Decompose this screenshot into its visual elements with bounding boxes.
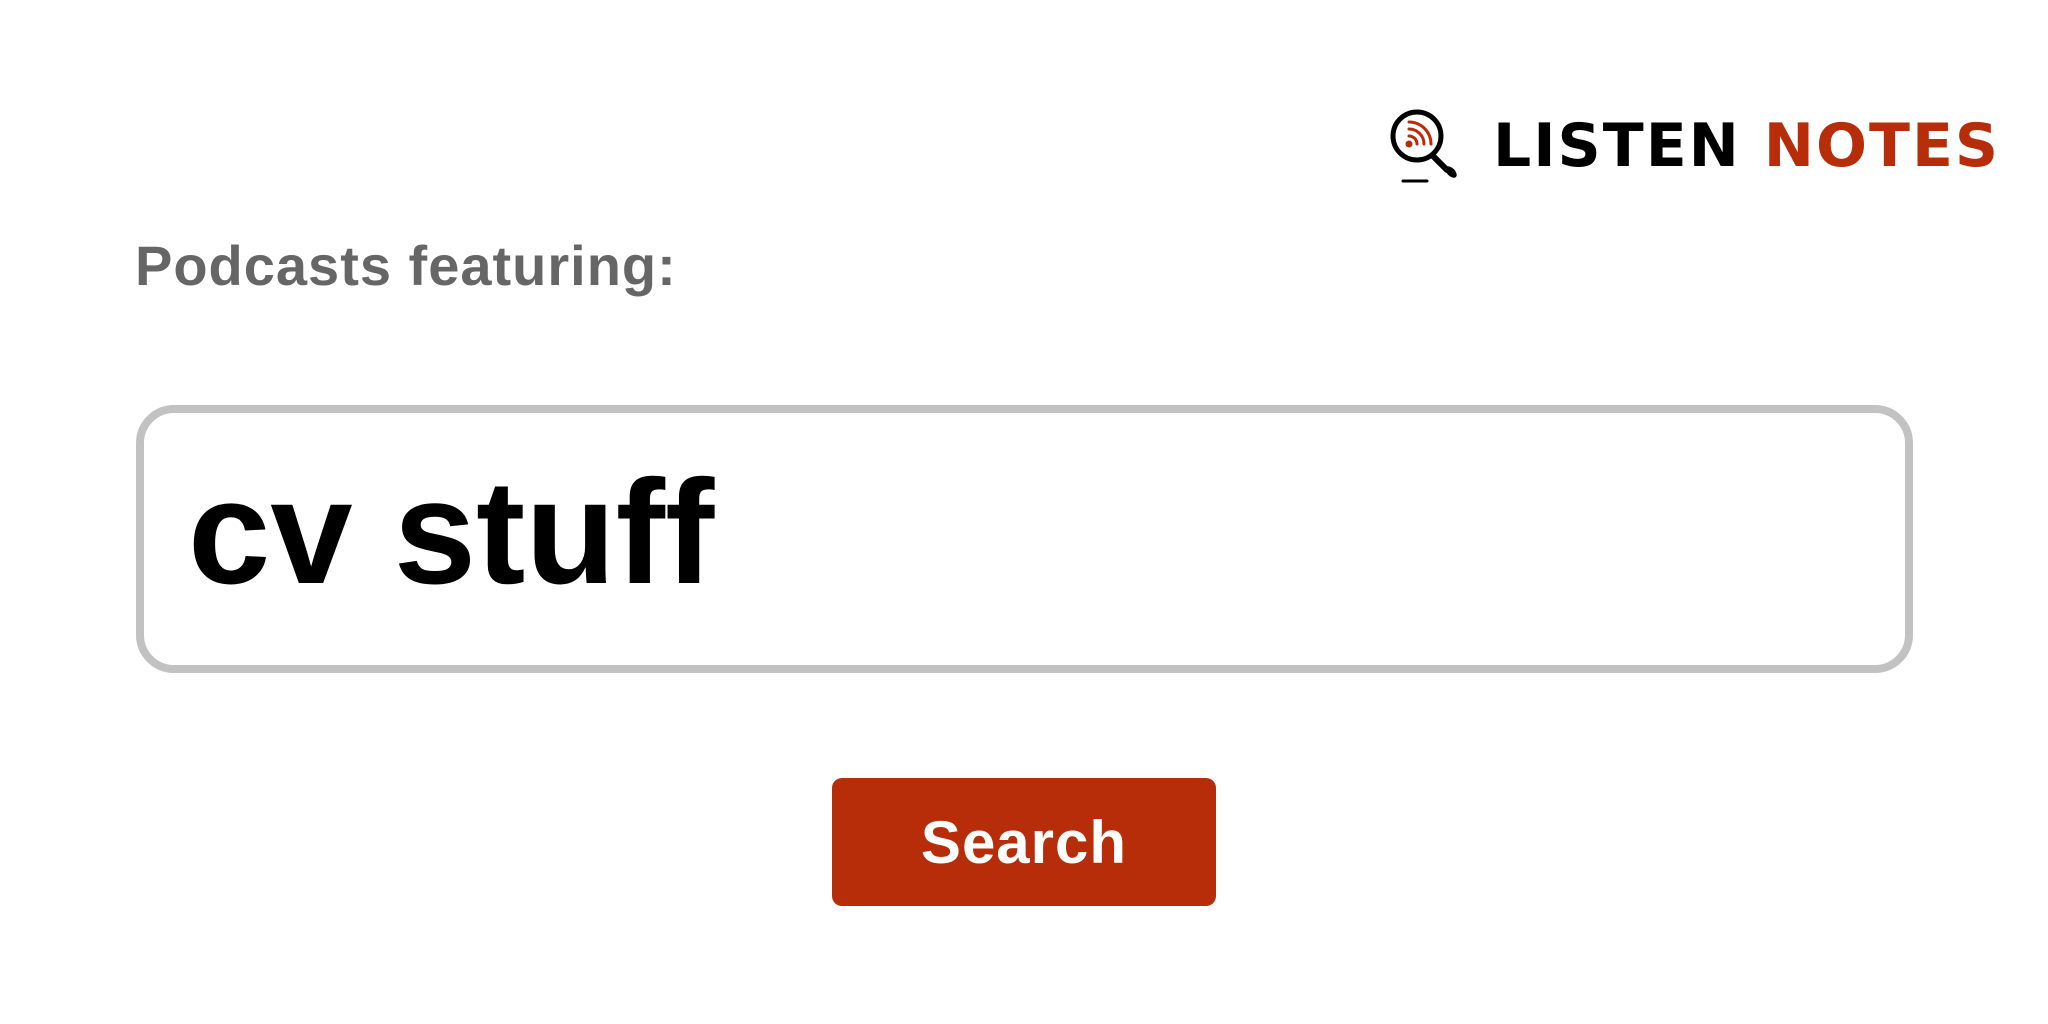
- listen-notes-logo[interactable]: LISTEN NOTES: [1385, 106, 2000, 186]
- page-heading: Podcasts featuring:: [135, 234, 677, 297]
- search-input[interactable]: cv stuff: [136, 405, 1913, 673]
- share-card: LISTEN NOTES Podcasts featuring: cv stuf…: [0, 0, 2048, 1024]
- podcast-magnifier-icon: [1390, 109, 1457, 183]
- logo-wordmark: LISTEN NOTES: [1493, 106, 2000, 186]
- logo-word-listen: LISTEN: [1493, 111, 1741, 181]
- search-query-text: cv stuff: [188, 450, 715, 615]
- logo-word-notes: NOTES: [1763, 111, 2001, 181]
- search-button[interactable]: Search: [832, 778, 1216, 906]
